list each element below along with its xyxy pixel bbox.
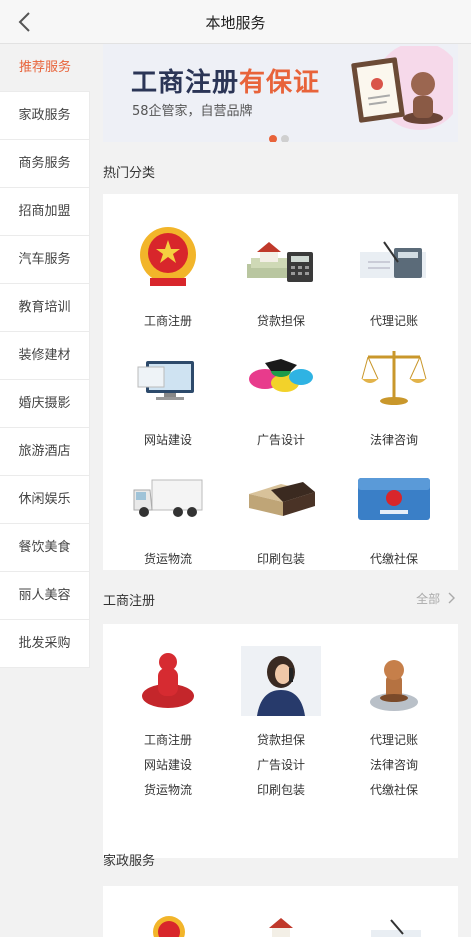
sidebar-item-beauty[interactable]: 丽人美容	[0, 572, 90, 620]
national-emblem-icon	[153, 916, 185, 937]
category-printing-packaging[interactable]: 印刷包装	[222, 460, 340, 567]
sidebar-item-decoration[interactable]: 装修建材	[0, 332, 90, 380]
carousel-dots[interactable]	[269, 128, 293, 142]
category-ad-design[interactable]: 广告设计	[222, 341, 340, 448]
promo-banner[interactable]: 工商注册有保证 58企管家，自营品牌	[103, 44, 458, 142]
accounting-calculator-icon	[371, 919, 421, 937]
sub-link-printing-packaging[interactable]: 印刷包装	[222, 778, 340, 803]
home-section-card	[103, 886, 458, 937]
business-section-title: 工商注册	[103, 594, 156, 609]
banner-subtitle: 58企管家，自营品牌	[132, 104, 253, 119]
businesswoman-phone-icon	[241, 646, 321, 716]
sidebar-item-leisure[interactable]: 休闲娱乐	[0, 476, 90, 524]
business-section-card: 工商注册 网站建设 货运物流 贷款担保 广告设计 印刷包装 代理记账 法律咨询 …	[103, 624, 458, 858]
sub-link-legal-consulting[interactable]: 法律咨询	[335, 753, 453, 778]
category-loan-guarantee[interactable]: 贷款担保	[222, 222, 340, 329]
category-accounting[interactable]: 代理记账	[335, 222, 453, 329]
top-bar: 本地服务	[0, 0, 471, 44]
business-image-2[interactable]	[222, 646, 340, 720]
business-image-1[interactable]	[109, 646, 227, 720]
sidebar-item-recommended[interactable]: 推荐服务	[0, 44, 90, 92]
home-section-title: 家政服务	[103, 854, 156, 869]
hot-categories-title: 热门分类	[103, 166, 156, 181]
carousel-dot[interactable]	[281, 135, 289, 142]
sidebar-item-housekeeping[interactable]: 家政服务	[0, 92, 90, 140]
category-sidebar: 推荐服务 家政服务 商务服务 招商加盟 汽车服务 教育培训 装修建材 婚庆摄影 …	[0, 44, 90, 668]
sidebar-item-education[interactable]: 教育培训	[0, 284, 90, 332]
sidebar-item-wedding[interactable]: 婚庆摄影	[0, 380, 90, 428]
sidebar-item-auto[interactable]: 汽车服务	[0, 236, 90, 284]
banner-title: 工商注册有保证	[131, 68, 321, 98]
certificate-stamp-icon	[351, 46, 453, 130]
delivery-truck-icon	[133, 479, 203, 517]
category-business-registration[interactable]: 工商注册	[109, 222, 227, 329]
sub-link-social-insurance[interactable]: 代缴社保	[335, 778, 453, 803]
sidebar-item-food[interactable]: 餐饮美食	[0, 524, 90, 572]
page-title: 本地服务	[205, 14, 266, 32]
sub-link-accounting[interactable]: 代理记账	[335, 728, 453, 753]
sidebar-item-franchise[interactable]: 招商加盟	[0, 188, 90, 236]
accounting-calculator-icon	[360, 241, 426, 278]
hot-categories-card: 工商注册 贷款担保 代理记账 网站建设 广告设计 法律咨询 货运物流 印刷包装 …	[103, 194, 458, 570]
category-website-building[interactable]: 网站建设	[109, 341, 227, 448]
category-legal-consulting[interactable]: 法律咨询	[335, 341, 453, 448]
sidebar-item-wholesale[interactable]: 批发采购	[0, 620, 90, 668]
packaging-box-icon	[249, 482, 315, 516]
wooden-stamp-icon	[370, 660, 418, 711]
carousel-dot[interactable]	[269, 135, 277, 142]
sidebar-item-business[interactable]: 商务服务	[0, 140, 90, 188]
business-view-all[interactable]: 全部	[416, 590, 456, 607]
house-money-icon	[269, 918, 293, 937]
sub-link-website-building[interactable]: 网站建设	[109, 753, 227, 778]
sub-link-ad-design[interactable]: 广告设计	[222, 753, 340, 778]
sidebar-item-travel[interactable]: 旅游酒店	[0, 428, 90, 476]
social-security-card-icon	[358, 478, 430, 520]
category-freight-logistics[interactable]: 货运物流	[109, 460, 227, 567]
house-money-calculator-icon	[247, 242, 313, 282]
category-social-insurance[interactable]: 代缴社保	[335, 460, 453, 567]
chevron-right-icon	[448, 592, 455, 604]
computer-screens-icon	[137, 361, 194, 400]
paint-splash-horse-icon	[249, 359, 313, 392]
red-stamp-icon	[142, 653, 194, 708]
sub-link-business-registration[interactable]: 工商注册	[109, 728, 227, 753]
national-emblem-icon	[140, 227, 196, 286]
business-image-3[interactable]	[335, 646, 453, 720]
scales-of-justice-icon	[361, 351, 427, 405]
sub-link-loan-guarantee[interactable]: 贷款担保	[222, 728, 340, 753]
sub-link-freight-logistics[interactable]: 货运物流	[109, 778, 227, 803]
